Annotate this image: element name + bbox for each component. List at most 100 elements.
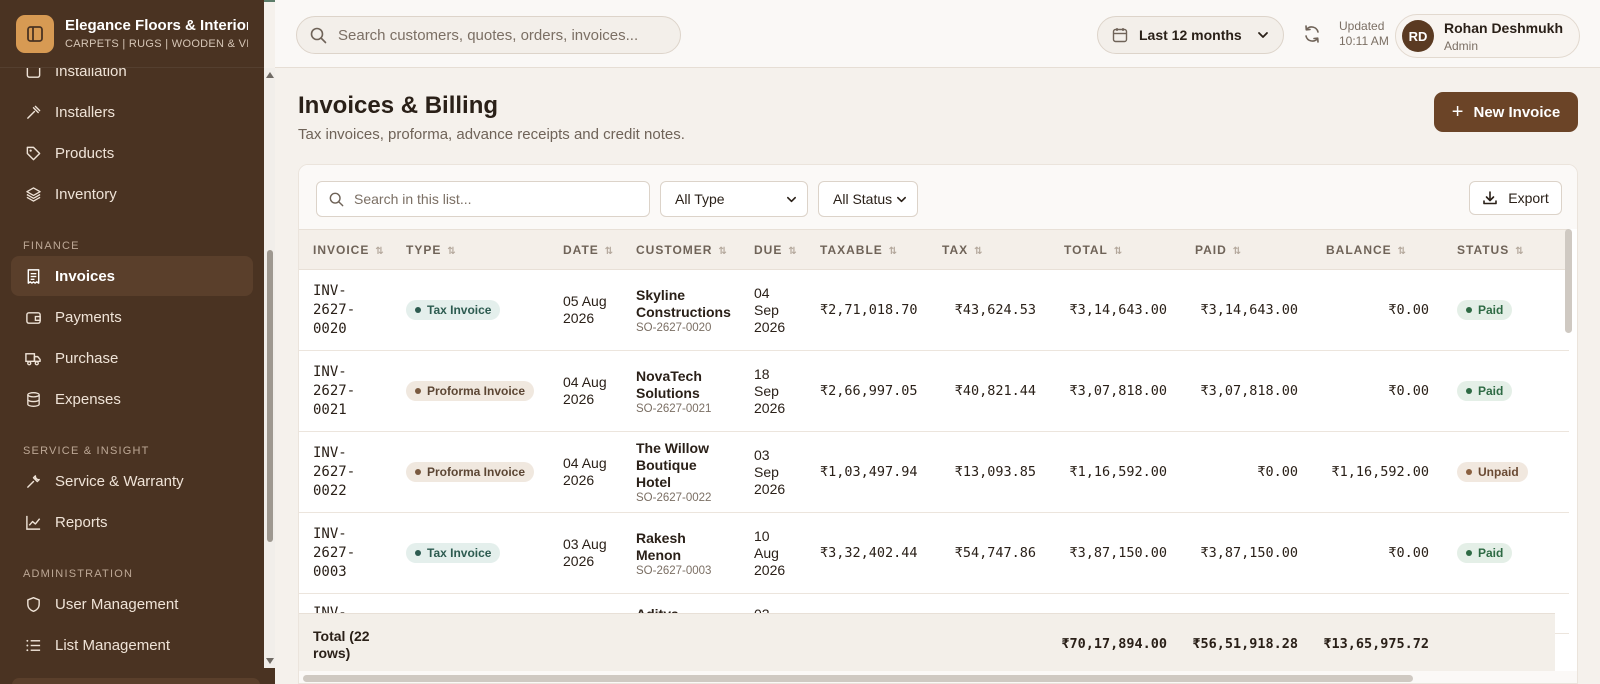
column-header-paid[interactable]: PAID ⇅ [1181,229,1312,270]
column-header-label: CUSTOMER [636,242,713,257]
column-header-balance[interactable]: BALANCE ⇅ [1312,229,1443,270]
column-header-taxable[interactable]: TAXABLE ⇅ [806,229,928,270]
table-horizontal-scroll-thumb[interactable] [303,675,1413,682]
type-filter-select[interactable]: All Type [660,181,808,217]
column-header-label: BALANCE [1326,242,1392,257]
column-header-total[interactable]: TOTAL ⇅ [1050,229,1181,270]
table-row[interactable]: INV- 2627- 0021 Proforma Invoice 04 Aug 2026 N… [299,351,1569,432]
sort-icon[interactable]: ⇅ [1114,246,1123,257]
chart-icon [24,513,42,531]
sort-icon[interactable]: ⇅ [1515,246,1524,257]
sidebar-item-installers[interactable]: Installers [11,92,253,132]
invoices-table: INVOICE ⇅ TYPE ⇅ DATE ⇅ CUSTOMER ⇅ DUE ⇅ TAXABLE ⇅ T… [299,229,1569,634]
list-search-input[interactable]: Search in this list... [316,181,650,217]
type-badge-label: Tax Invoice [427,303,492,317]
sort-icon[interactable]: ⇅ [605,246,614,257]
sort-icon[interactable]: ⇅ [788,246,797,257]
sidebar-item-reports[interactable]: Reports [11,502,253,542]
column-header-due[interactable]: DUE ⇅ [740,229,806,270]
page-subtitle: Tax invoices, proforma, advance receipts… [298,126,685,143]
status-filter-select[interactable]: All Status [818,181,918,217]
sidebar-item-list-management[interactable]: List Management [11,625,253,665]
sidebar-item-payments[interactable]: Payments [11,297,253,337]
sort-icon[interactable]: ⇅ [718,246,727,257]
sidebar-item-purchase[interactable]: Purchase [11,338,253,378]
installation-icon [24,68,42,80]
sidebar-item-inventory[interactable]: Inventory [11,174,253,214]
table-vertical-scroll-thumb[interactable] [1565,229,1572,333]
taxable-amount: ₹3,32,402.44 [820,545,918,561]
invoice-status: Paid [1443,270,1569,351]
customer-name[interactable]: Rakesh Menon [636,530,726,564]
sidebar-item-label: Invoices [55,267,116,285]
column-header-date[interactable]: DATE ⇅ [549,229,622,270]
customer-name[interactable]: Skyline Constructions [636,287,731,321]
sidebar-scrollbar[interactable] [264,68,275,668]
table-vertical-scrollbar[interactable] [1561,229,1575,669]
column-header-label: STATUS [1457,242,1510,257]
sort-icon[interactable]: ⇅ [1233,246,1242,257]
customer-name-part: Solutions [636,384,700,401]
brand-tagline: CARPETS | RUGS | WOODEN & VI... [65,38,248,50]
global-search-placeholder: Search customers, quotes, orders, invoic… [338,26,639,44]
table-row[interactable]: INV- 2627- 0020 Tax Invoice 05 Aug 2026 Skylin… [299,270,1569,351]
refresh-icon[interactable] [1301,23,1323,45]
sort-icon[interactable]: ⇅ [889,246,898,257]
scroll-up-arrow-icon[interactable] [266,72,274,78]
invoice-number: INV- 2627- 0021 [299,351,392,432]
sidebar-nav: Installation Installers Products Inventory F… [0,68,264,668]
invoice-status: Paid [1443,513,1569,594]
sidebar-item-label: Payments [55,308,122,326]
sidebar-item-expenses[interactable]: Expenses [11,379,253,419]
due-date-part: 2026 [754,318,786,335]
table-row[interactable]: INV- 2627- 0003 Tax Invoice 03 Aug 2026 Rakesh… [299,513,1569,594]
invoice-number-part: 0021 [313,401,347,418]
sidebar-item-label: Inventory [55,185,117,203]
customer: Skyline Constructions SO-2627-0020 [622,270,740,351]
table-horizontal-scrollbar[interactable] [299,671,1577,683]
paid-amount: ₹3,87,150.00 [1200,545,1298,561]
column-header-status[interactable]: STATUS ⇅ [1443,229,1569,270]
user-menu[interactable]: RD Rohan Deshmukh Admin [1395,14,1580,58]
list-icon [24,636,42,654]
invoice-number-part: 2627- [313,463,356,480]
sidebar-item-user-management[interactable]: User Management [11,584,253,624]
taxable-amount: ₹1,03,497.94 [820,464,918,480]
column-header-invoice[interactable]: INVOICE ⇅ [299,229,392,270]
date-range-select[interactable]: Last 12 months [1097,16,1284,54]
balance-amount: ₹0.00 [1388,383,1429,399]
sidebar-item-installation[interactable]: Installation [11,68,253,91]
sidebar-item-products[interactable]: Products [11,133,253,173]
customer-name-part: Constructions [636,303,731,320]
sort-icon[interactable]: ⇅ [447,246,456,257]
invoice-status: Paid [1443,351,1569,432]
truck-icon [24,349,42,367]
brand[interactable]: Elegance Floors & Interiors CARPETS | RU… [0,0,264,68]
tax-amount: ₹13,093.85 [954,464,1036,480]
sort-icon[interactable]: ⇅ [974,246,983,257]
table-row[interactable]: INV- 2627- 0022 Proforma Invoice 04 Aug 2026 T… [299,432,1569,513]
due-date-part: 2026 [754,561,786,578]
new-invoice-button[interactable]: + New Invoice [1434,92,1578,132]
customer-name[interactable]: The Willow Boutique Hotel [636,440,726,491]
global-search-input[interactable]: Search customers, quotes, orders, invoic… [296,16,681,54]
column-header-tax[interactable]: TAX ⇅ [928,229,1050,270]
sidebar-scroll-thumb[interactable] [267,250,273,542]
sidebar-item-service-and-warranty[interactable]: Service & Warranty [11,461,253,501]
wrench-icon [24,472,42,490]
status-badge: Unpaid [1457,462,1528,482]
sort-icon[interactable]: ⇅ [1398,246,1407,257]
invoice-number-part: 2627- [313,544,356,561]
export-button[interactable]: Export [1469,181,1562,215]
plus-icon: + [1451,101,1464,123]
due-date-part: 04 [754,284,770,301]
sidebar-item-invoices[interactable]: Invoices [11,256,253,296]
column-header-type[interactable]: TYPE ⇅ [392,229,549,270]
column-header-label: DATE [563,242,599,257]
customer-name[interactable]: NovaTech Solutions [636,368,726,402]
updated-timestamp: Updated 10:11 AM [1339,19,1389,49]
column-header-label: TAX [942,242,969,257]
scroll-down-arrow-icon[interactable] [266,658,274,664]
column-header-customer[interactable]: CUSTOMER ⇅ [622,229,740,270]
sort-icon[interactable]: ⇅ [375,246,384,257]
